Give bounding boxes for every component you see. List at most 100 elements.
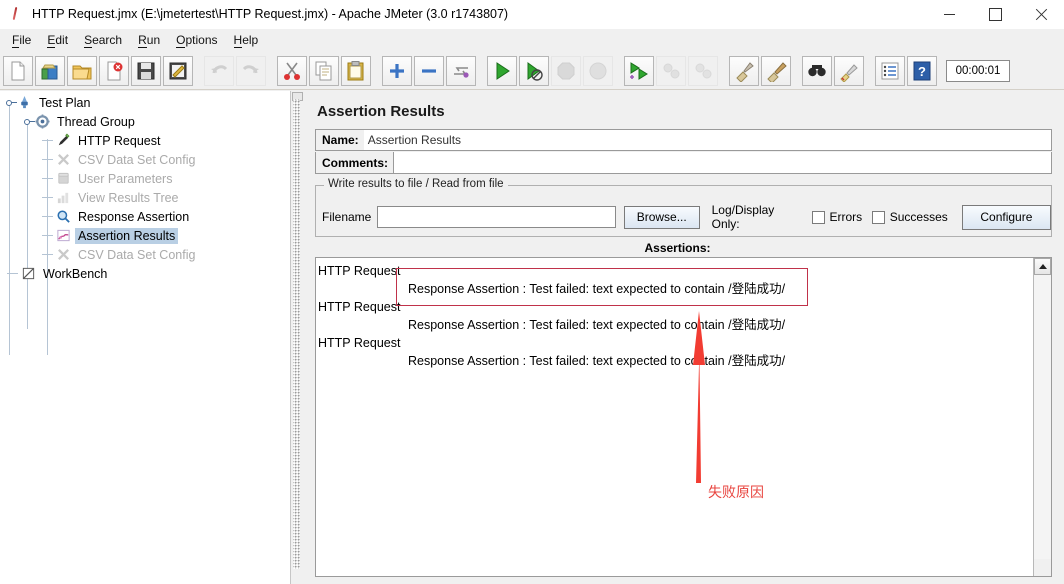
scrollbar-track[interactable] — [1034, 275, 1051, 559]
split-texture — [293, 99, 300, 569]
stop-button[interactable] — [551, 55, 581, 86]
filename-label: Filename — [322, 210, 372, 224]
help-button[interactable]: ? — [907, 55, 937, 86]
tree-item-test-plan[interactable]: Test Plan — [0, 93, 290, 112]
tree-item-workbench[interactable]: WorkBench — [0, 264, 290, 283]
assertion-results-icon — [55, 227, 72, 244]
filename-row: Filename Browse... Log/Display Only: Err… — [316, 203, 1051, 231]
tree-elbow — [39, 150, 55, 169]
tree-elbow — [39, 245, 55, 264]
toolbar: ? 00:00:01 — [0, 52, 1064, 90]
jmeter-feather-icon — [8, 6, 24, 22]
tree-item-response-assertion[interactable]: Response Assertion — [0, 207, 290, 226]
tree-item-label: User Parameters — [78, 171, 173, 186]
function-helper-button[interactable] — [875, 55, 905, 86]
tree-elbow — [39, 207, 55, 226]
remote-stop-all-button[interactable] — [656, 55, 686, 86]
shutdown-button[interactable] — [583, 55, 613, 86]
tree-item-view-results-tree[interactable]: View Results Tree — [0, 188, 290, 207]
comments-label: Comments: — [322, 155, 389, 170]
menu-options[interactable]: Options — [168, 31, 225, 49]
csv-data-set-icon — [55, 246, 72, 263]
tree-item-http-request[interactable]: HTTP Request — [0, 131, 290, 150]
cut-button[interactable] — [277, 55, 307, 86]
tree-item-csv-data-set-config-2[interactable]: CSV Data Set Config — [0, 245, 290, 264]
tree-elbow — [39, 169, 55, 188]
paste-button[interactable] — [341, 55, 371, 86]
test-plan-tree-pane[interactable]: Test Plan Thread Group HTTP Request CSV … — [0, 91, 290, 584]
user-parameters-icon — [55, 170, 72, 187]
name-input[interactable]: Assertion Results — [364, 133, 1051, 147]
remote-start-all-button[interactable] — [624, 55, 654, 86]
menu-help[interactable]: Help — [226, 31, 267, 49]
copy-button[interactable] — [309, 55, 339, 86]
templates-button[interactable] — [35, 55, 65, 86]
expander-icon[interactable] — [22, 116, 35, 128]
save-button[interactable] — [131, 55, 161, 86]
http-request-icon — [55, 132, 72, 149]
search-reset-button[interactable] — [834, 55, 864, 86]
write-results-legend: Write results to file / Read from file — [324, 178, 508, 190]
tree-item-label: CSV Data Set Config — [78, 247, 196, 262]
expander-icon[interactable] — [4, 97, 17, 109]
assertions-results-list[interactable]: HTTP Request Response Assertion : Test f… — [315, 257, 1052, 577]
errors-label: Errors — [829, 210, 863, 224]
tree-item-label: Test Plan — [39, 95, 91, 110]
assertions-rows: HTTP Request Response Assertion : Test f… — [316, 258, 1035, 576]
jmeter-window: HTTP Request.jmx (E:\jmetertest\HTTP Req… — [0, 0, 1064, 584]
view-results-tree-icon — [55, 189, 72, 206]
errors-checkbox[interactable] — [811, 210, 825, 224]
configure-button[interactable]: Configure — [961, 204, 1051, 230]
list-item: Response Assertion : Test failed: text e… — [408, 318, 786, 332]
annotation-caption: 失败原因 — [708, 484, 764, 500]
page-title: Assertion Results — [317, 103, 445, 120]
scroll-up-button[interactable] — [1034, 258, 1051, 275]
list-item: HTTP Request — [318, 300, 401, 314]
filename-input[interactable] — [377, 206, 616, 228]
clear-button[interactable] — [729, 55, 759, 86]
toggle-button[interactable] — [446, 55, 476, 86]
tree-item-label: View Results Tree — [78, 190, 179, 205]
successes-checkbox[interactable] — [872, 210, 885, 224]
close-button[interactable] — [1018, 0, 1064, 28]
search-button[interactable] — [802, 55, 832, 86]
collapse-all-button[interactable] — [414, 55, 444, 86]
elapsed-timer: 00:00:01 — [946, 59, 1010, 82]
tree-item-user-parameters[interactable]: User Parameters — [0, 169, 290, 188]
list-item: HTTP Request — [318, 336, 401, 350]
start-button[interactable] — [487, 55, 517, 86]
split-divider[interactable] — [290, 91, 304, 584]
menu-file[interactable]: File — [4, 31, 39, 49]
undo-button[interactable] — [204, 55, 234, 86]
title-bar: HTTP Request.jmx (E:\jmetertest\HTTP Req… — [0, 0, 1064, 29]
new-button[interactable] — [3, 55, 33, 86]
menu-edit[interactable]: Edit — [39, 31, 76, 49]
start-no-pauses-button[interactable] — [519, 55, 549, 86]
maximize-button[interactable] — [972, 0, 1018, 28]
redo-button[interactable] — [236, 55, 266, 86]
write-results-group: Write results to file / Read from file F… — [315, 178, 1052, 237]
tree-elbow — [39, 226, 55, 245]
list-item: Response Assertion : Test failed: text e… — [408, 282, 786, 296]
save-as-button[interactable] — [163, 55, 193, 86]
assertions-vertical-scrollbar[interactable] — [1033, 258, 1051, 576]
expand-all-button[interactable] — [382, 55, 412, 86]
comments-field-row: Comments: — [315, 152, 1052, 174]
tree-item-thread-group[interactable]: Thread Group — [0, 112, 290, 131]
workbench-icon — [20, 265, 37, 282]
thread-group-icon — [34, 113, 51, 130]
window-controls — [926, 0, 1064, 28]
remote-shutdown-button[interactable] — [688, 55, 718, 86]
minimize-button[interactable] — [926, 0, 972, 28]
comments-input[interactable] — [393, 152, 1051, 173]
open-button[interactable] — [67, 55, 97, 86]
name-field-row: Name: Assertion Results — [315, 129, 1052, 151]
browse-button[interactable]: Browse... — [623, 205, 700, 229]
tree-item-assertion-results[interactable]: Assertion Results — [0, 226, 290, 245]
menu-run[interactable]: Run — [130, 31, 168, 49]
tree-item-csv-data-set-config-1[interactable]: CSV Data Set Config — [0, 150, 290, 169]
assertions-label: Assertions: — [644, 241, 711, 255]
clear-all-button[interactable] — [761, 55, 791, 86]
menu-search[interactable]: Search — [76, 31, 130, 49]
close-file-button[interactable] — [99, 55, 129, 86]
